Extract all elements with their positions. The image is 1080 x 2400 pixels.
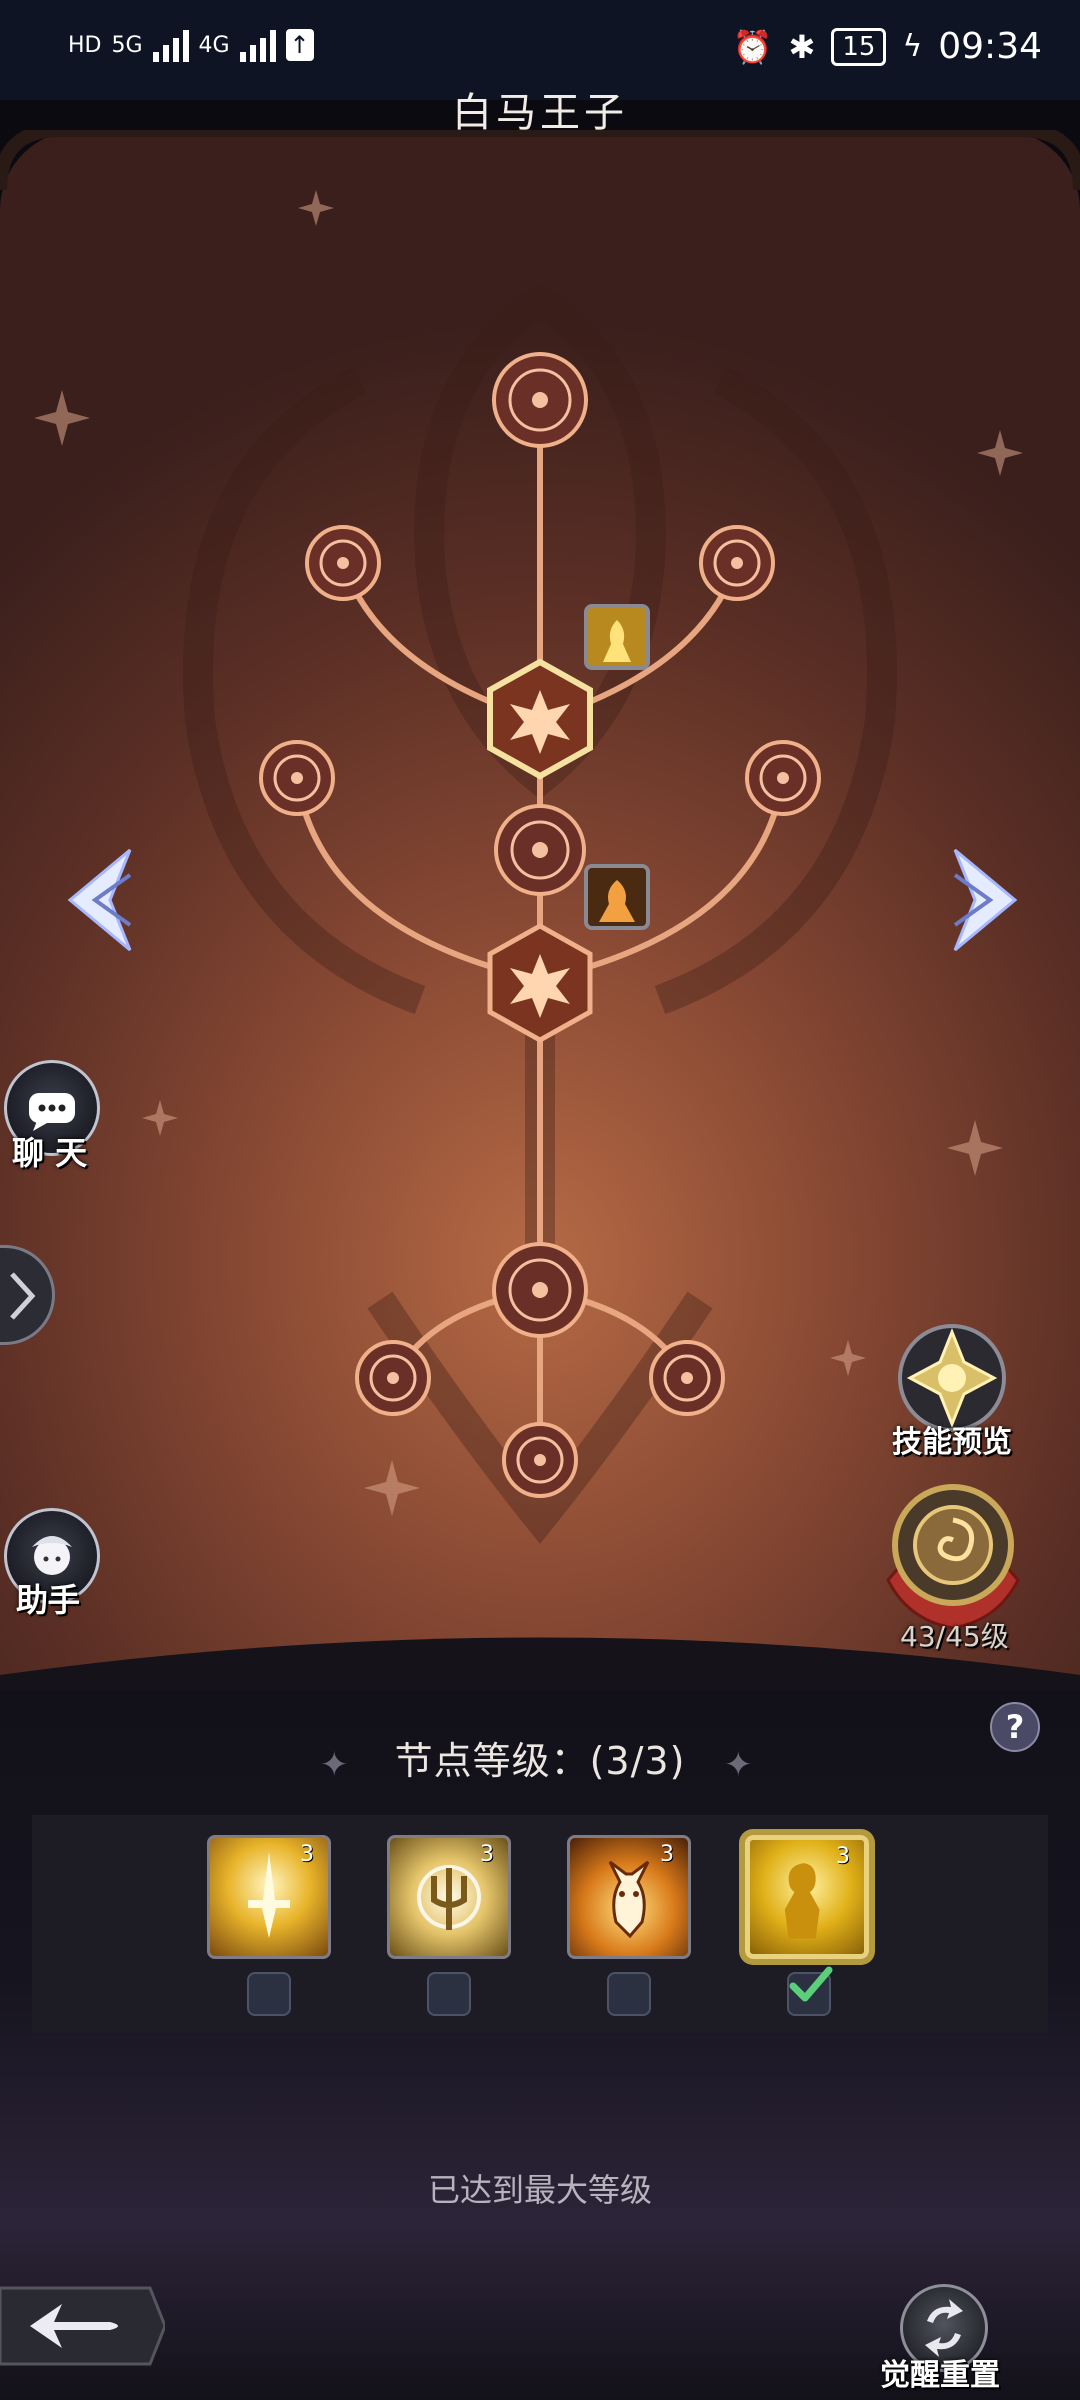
tree-node[interactable] [492,1242,588,1338]
checkmark-icon [789,1966,833,2002]
next-arrow-icon[interactable] [945,840,1025,960]
chevron-right-icon [10,1272,36,1320]
hex-node-active[interactable] [487,658,593,780]
option-checkbox[interactable] [427,1972,471,2016]
option-level: 3 [660,1842,674,1867]
tree-node[interactable] [699,525,775,601]
option-checkbox[interactable] [607,1972,651,2016]
tree-node[interactable] [492,352,588,448]
tree-node[interactable] [305,525,381,601]
prev-arrow-icon[interactable] [60,840,140,960]
node-option-trident[interactable]: 3 [387,1835,511,1959]
node-option-strip [32,1815,1048,2033]
max-level-message: 已达到最大等级 [427,2171,652,2209]
awaken-reset-label: 觉醒重置 [880,2358,1000,2393]
node-option-horse[interactable]: 3 [567,1835,691,1959]
tree-node[interactable] [355,1340,431,1416]
chat-label: 聊 天 [12,1134,88,1172]
node-level-title: 节点等级：(3/3) [394,1739,686,1783]
tree-node[interactable] [259,740,335,816]
tree-node[interactable] [649,1340,725,1416]
tree-node[interactable] [745,740,821,816]
portrait-thumb [584,864,650,930]
back-button[interactable] [0,2282,165,2370]
assistant-label: 助手 [16,1581,81,1619]
option-level: 3 [300,1842,314,1867]
node-option-knight[interactable]: 3 [745,1835,869,1959]
option-checkbox[interactable] [247,1972,291,2016]
awaken-level-text: 43/45级 [900,1620,1009,1653]
tree-node[interactable] [494,804,586,896]
node-option-sword[interactable]: 3 [207,1835,331,1959]
portrait-thumb [584,604,650,670]
skill-preview-label: 技能预览 [892,1425,1012,1460]
hex-node[interactable] [487,923,593,1043]
option-level: 3 [480,1842,494,1867]
option-level: 3 [836,1844,850,1869]
expand-tab[interactable] [0,1245,55,1345]
tree-node[interactable] [502,1422,578,1498]
